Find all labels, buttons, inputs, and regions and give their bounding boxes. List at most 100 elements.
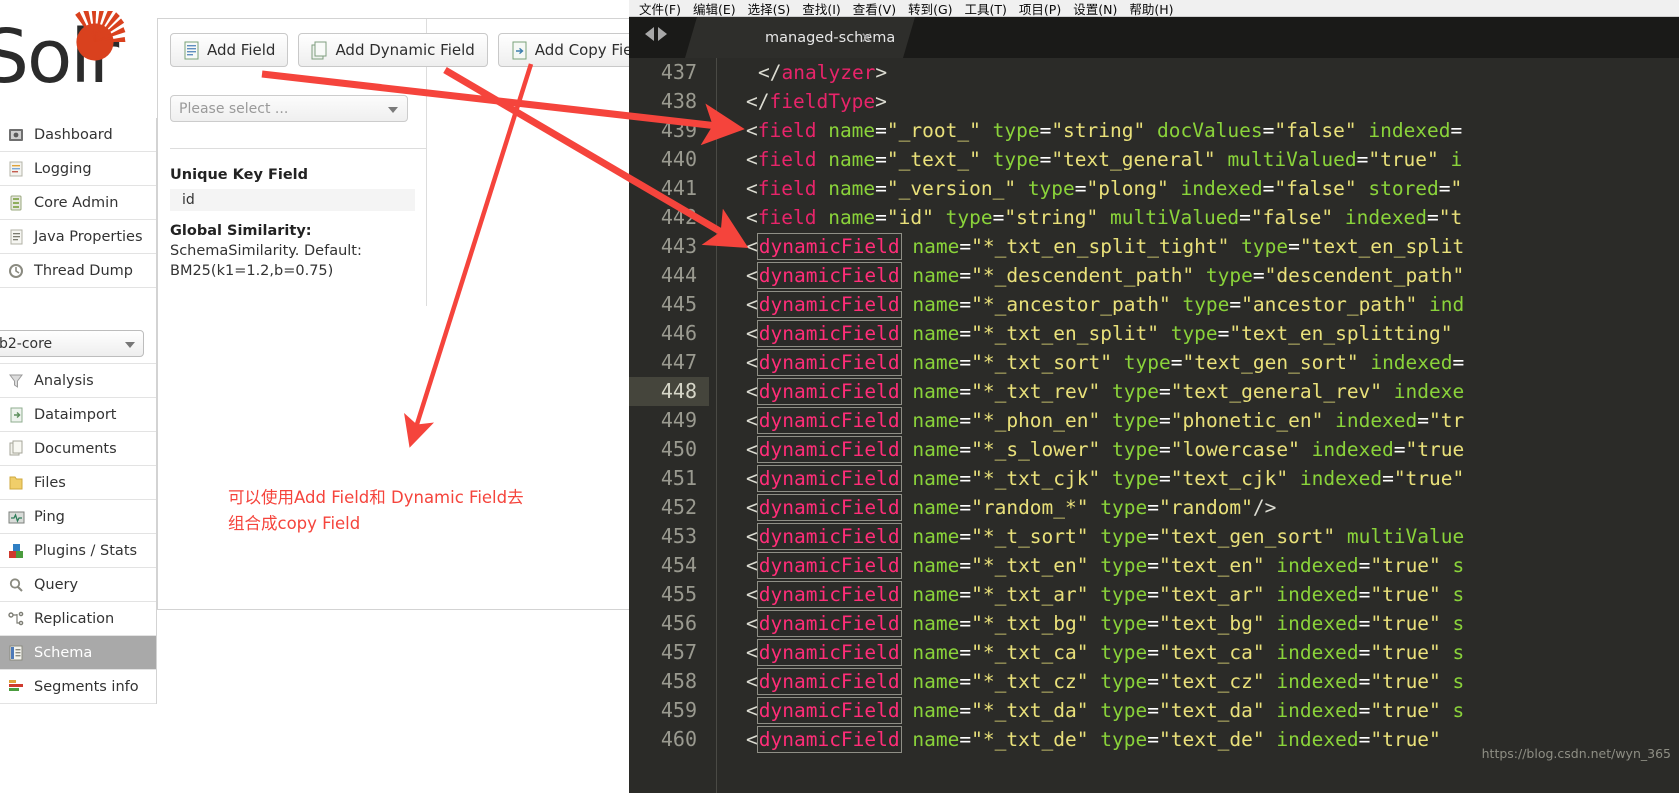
line-number: 447 <box>660 350 697 374</box>
sidebar-item-analysis[interactable]: Analysis <box>0 364 156 398</box>
code-line[interactable]: 447 <dynamicField name="*_txt_sort" type=… <box>629 348 1679 377</box>
code-line[interactable]: 440 <field name="_text_" type="text_gener… <box>629 145 1679 174</box>
sidebar-label: Plugins / Stats <box>34 542 138 559</box>
solr-sunburst-icon <box>75 11 126 61</box>
tab-nav-arrows[interactable] <box>645 27 667 41</box>
sidebar-item-plugins-stats[interactable]: Plugins / Stats <box>0 534 156 568</box>
code-line[interactable]: 456 <dynamicField name="*_txt_bg" type="t… <box>629 609 1679 638</box>
code-line[interactable]: 437 </analyzer> <box>629 58 1679 87</box>
code-line[interactable]: 441 <field name="_version_" type="plong" … <box>629 174 1679 203</box>
menu-item-tools[interactable]: 工具(T) <box>959 0 1013 18</box>
code-line[interactable]: 459 <dynamicField name="*_txt_da" type="t… <box>629 696 1679 725</box>
dataimport-icon <box>6 406 28 424</box>
line-number: 448 <box>629 377 709 406</box>
code-line-text: <dynamicField name="*_txt_da" type="text… <box>746 697 1465 724</box>
annotation-text: 可以使用Add Field和 Dynamic Field去 组合成copy Fi… <box>228 485 588 537</box>
global-similarity-title: Global Similarity: <box>170 223 312 239</box>
code-line-text: <dynamicField name="*_txt_ar" type="text… <box>746 581 1465 608</box>
line-number: 451 <box>660 466 697 490</box>
line-number: 455 <box>660 582 697 606</box>
menu-item-select[interactable]: 选择(S) <box>742 0 797 18</box>
screenshot-root: Solr <box>0 0 1679 793</box>
code-line-text: <dynamicField name="*_txt_en_split" type… <box>746 320 1453 347</box>
annotation-line-1: 可以使用Add Field和 Dynamic Field去 <box>228 488 524 507</box>
code-line-text: <dynamicField name="random_*" type="rand… <box>746 494 1277 521</box>
code-line[interactable]: 453 <dynamicField name="*_t_sort" type="t… <box>629 522 1679 551</box>
code-line[interactable]: 448 <dynamicField name="*_txt_rev" type="… <box>629 377 1679 406</box>
code-line[interactable]: 449 <dynamicField name="*_phon_en" type="… <box>629 406 1679 435</box>
menu-item-project[interactable]: 项目(P) <box>1013 0 1067 18</box>
code-line[interactable]: 455 <dynamicField name="*_txt_ar" type="t… <box>629 580 1679 609</box>
code-line[interactable]: 444 <dynamicField name="*_descendent_path… <box>629 261 1679 290</box>
code-line[interactable]: 450 <dynamicField name="*_s_lower" type="… <box>629 435 1679 464</box>
code-line[interactable]: 443 <dynamicField name="*_txt_en_split_ti… <box>629 232 1679 261</box>
code-line[interactable]: 454 <dynamicField name="*_txt_en" type="t… <box>629 551 1679 580</box>
arrow-right-icon[interactable] <box>658 27 667 41</box>
tab-bar: managed-schema ✕ <box>629 17 1679 58</box>
sidebar-item-ping[interactable]: Ping <box>0 500 156 534</box>
code-line-text: <dynamicField name="*_phon_en" type="pho… <box>746 407 1465 434</box>
code-line-text: <dynamicField name="*_txt_bg" type="text… <box>746 610 1465 637</box>
menu-item-help[interactable]: 帮助(H) <box>1123 0 1179 18</box>
code-editor[interactable]: 437 </analyzer> 438 </fieldType> 439 <field n… <box>629 58 1679 793</box>
funnel-icon <box>6 372 28 390</box>
sidebar-item-core-admin[interactable]: Core Admin <box>0 186 156 220</box>
field-type-select[interactable]: Please select ... <box>170 95 408 122</box>
menu-item-search[interactable]: 查找(I) <box>796 0 846 18</box>
line-number: 449 <box>660 408 697 432</box>
menu-item-file[interactable]: 文件(F) <box>633 0 687 18</box>
sidebar-item-documents[interactable]: Documents <box>0 432 156 466</box>
logging-icon <box>6 160 28 178</box>
line-number: 459 <box>660 698 697 722</box>
menu-item-settings[interactable]: 设置(N) <box>1067 0 1123 18</box>
code-line[interactable]: 438 </fieldType> <box>629 87 1679 116</box>
sidebar-item-files[interactable]: Files <box>0 466 156 500</box>
sidebar-label: Logging <box>34 160 92 177</box>
annotation-line-2: 组合成copy Field <box>228 514 361 533</box>
tab-managed-schema[interactable]: managed-schema ✕ <box>685 17 915 58</box>
line-number: 442 <box>660 205 697 229</box>
folder-icon <box>6 474 28 492</box>
sidebar-label: Ping <box>34 508 65 525</box>
code-line[interactable]: 445 <dynamicField name="*_ancestor_path" … <box>629 290 1679 319</box>
sidebar-item-replication[interactable]: Replication <box>0 602 156 636</box>
sidebar-item-query[interactable]: Query <box>0 568 156 602</box>
sidebar-label: Files <box>34 474 66 491</box>
menu-item-edit[interactable]: 编辑(E) <box>687 0 742 18</box>
sidebar-item-java-properties[interactable]: Java Properties <box>0 220 156 254</box>
add-copy-field-icon <box>511 41 528 60</box>
dashboard-icon <box>6 126 28 144</box>
code-line[interactable]: 457 <dynamicField name="*_txt_ca" type="t… <box>629 638 1679 667</box>
add-field-button[interactable]: Add Field <box>170 33 289 67</box>
replication-icon <box>6 610 28 628</box>
sidebar-label: Thread Dump <box>34 262 133 279</box>
line-number: 454 <box>660 553 697 577</box>
code-line[interactable]: 442 <field name="id" type="string" multiV… <box>629 203 1679 232</box>
code-line-text: <dynamicField name="*_txt_sort" type="te… <box>746 349 1465 376</box>
close-icon[interactable]: ✕ <box>860 29 873 47</box>
code-line-text: <dynamicField name="*_txt_en_split_tight… <box>746 233 1465 260</box>
add-dynamic-field-button[interactable]: Add Dynamic Field <box>298 33 488 67</box>
sidebar-item-dashboard[interactable]: Dashboard <box>0 118 156 152</box>
line-number: 446 <box>660 321 697 345</box>
code-line[interactable]: 452 <dynamicField name="random_*" type="r… <box>629 493 1679 522</box>
code-line[interactable]: 439 <field name="_root_" type="string" do… <box>629 116 1679 145</box>
core-selector-dropdown[interactable]: b2-core <box>0 330 144 357</box>
code-line[interactable]: 446 <dynamicField name="*_txt_en_split" t… <box>629 319 1679 348</box>
code-line[interactable]: 451 <dynamicField name="*_txt_cjk" type="… <box>629 464 1679 493</box>
sidebar-item-schema[interactable]: Schema <box>0 636 156 670</box>
sidebar-item-thread-dump[interactable]: Thread Dump <box>0 254 156 288</box>
menu-item-view[interactable]: 查看(V) <box>847 0 902 18</box>
code-line[interactable]: 458 <dynamicField name="*_txt_cz" type="t… <box>629 667 1679 696</box>
sidebar-item-segments-info[interactable]: Segments info <box>0 670 156 704</box>
sidebar-item-dataimport[interactable]: Dataimport <box>0 398 156 432</box>
arrow-left-icon[interactable] <box>645 27 654 41</box>
menu-item-goto[interactable]: 转到(G) <box>902 0 958 18</box>
editor-body: managed-schema ✕ 437 </analyzer> 438 </fiel… <box>629 17 1679 793</box>
documents-icon <box>6 440 28 458</box>
tab-label: managed-schema <box>765 29 896 46</box>
solr-logo[interactable]: Solr <box>0 8 162 103</box>
sidebar-label: Dashboard <box>34 126 113 143</box>
code-line-text: <dynamicField name="*_txt_de" type="text… <box>746 726 1441 753</box>
sidebar-item-logging[interactable]: Logging <box>0 152 156 186</box>
